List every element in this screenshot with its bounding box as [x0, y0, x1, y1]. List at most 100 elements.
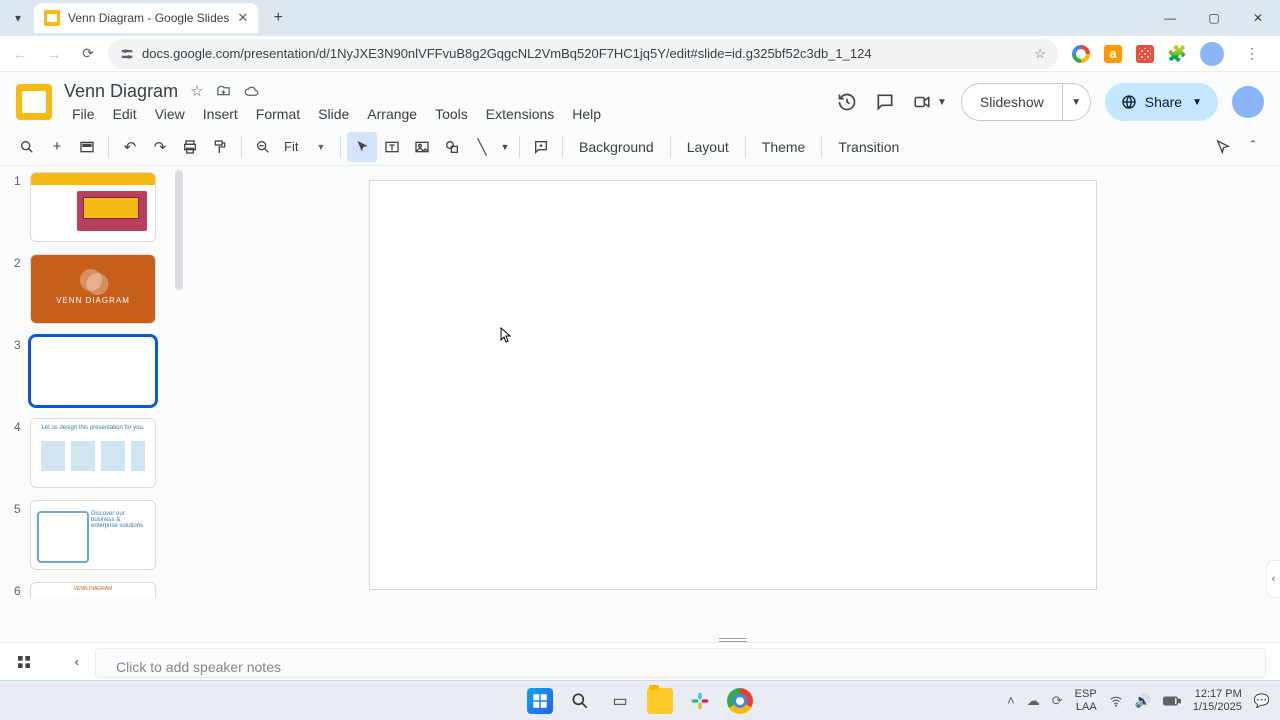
- slide-thumbnail-3[interactable]: [30, 336, 156, 406]
- chrome-profile-avatar[interactable]: [1200, 42, 1224, 66]
- tab-search-dropdown[interactable]: ▾: [6, 6, 30, 30]
- account-avatar[interactable]: [1232, 86, 1264, 118]
- paint-format-button[interactable]: [205, 132, 235, 162]
- nav-reload-button[interactable]: ⟳: [74, 40, 102, 68]
- menu-tools[interactable]: Tools: [427, 104, 476, 124]
- window-maximize-button[interactable]: ▢: [1192, 0, 1236, 36]
- hide-menus-button[interactable]: ˆ: [1238, 132, 1268, 162]
- tray-notifications-icon[interactable]: 💬: [1254, 693, 1270, 709]
- tray-volume-icon[interactable]: 🔊: [1135, 693, 1151, 709]
- url-text: docs.google.com/presentation/d/1NyJXE3N9…: [142, 46, 872, 61]
- extensions-menu-icon[interactable]: 🧩: [1168, 45, 1186, 63]
- grid-view-button[interactable]: [16, 654, 32, 670]
- cloud-status-icon[interactable]: [243, 84, 260, 99]
- extension-amazon-icon[interactable]: a: [1104, 45, 1122, 63]
- menu-view[interactable]: View: [147, 104, 193, 124]
- slide-thumbnail-4[interactable]: Let us design this presentation for you.: [30, 418, 156, 488]
- file-explorer-button[interactable]: [647, 688, 673, 714]
- slide-thumbnail-2[interactable]: VENN DIAGRAM: [30, 254, 156, 324]
- menu-bar: File Edit View Insert Format Slide Arran…: [64, 104, 609, 124]
- taskbar-search-button[interactable]: [567, 688, 593, 714]
- undo-button[interactable]: ↶: [115, 132, 145, 162]
- document-title[interactable]: Venn Diagram: [64, 81, 178, 102]
- move-document-icon[interactable]: [216, 84, 231, 99]
- collapse-filmstrip-button[interactable]: ‹: [75, 654, 79, 669]
- line-tool-dropdown[interactable]: ▼: [497, 132, 513, 162]
- extension-red-icon[interactable]: [1136, 45, 1154, 63]
- site-settings-icon[interactable]: [120, 47, 134, 61]
- star-document-icon[interactable]: ☆: [190, 82, 203, 100]
- slide-thumbnail-1[interactable]: [30, 172, 156, 242]
- slide-canvas-area[interactable]: ‹: [185, 166, 1280, 642]
- theme-button[interactable]: Theme: [752, 132, 816, 162]
- nav-back-button[interactable]: ←: [6, 40, 34, 68]
- menu-edit[interactable]: Edit: [105, 104, 145, 124]
- chrome-app-button[interactable]: [727, 688, 753, 714]
- tray-clock[interactable]: 12:17 PM1/15/2025: [1193, 688, 1242, 713]
- menu-extensions[interactable]: Extensions: [478, 104, 562, 124]
- slide-number: 2: [14, 254, 24, 270]
- search-menus-button[interactable]: [12, 132, 42, 162]
- line-tool-button[interactable]: ╲: [467, 132, 497, 162]
- image-tool-button[interactable]: [407, 132, 437, 162]
- shape-tool-button[interactable]: [437, 132, 467, 162]
- windows-taskbar: ▭ ˄ ☁ ⟳ ESPLAA 🔊 12:17 PM1/15/2025 💬: [0, 680, 1280, 720]
- background-button[interactable]: Background: [569, 132, 664, 162]
- tray-sync-icon[interactable]: ⟳: [1052, 693, 1063, 709]
- menu-file[interactable]: File: [64, 104, 103, 124]
- slide-thumbnail-5[interactable]: Discover our business & enterprise solut…: [30, 500, 156, 570]
- menu-slide[interactable]: Slide: [310, 104, 357, 124]
- slide-thumbnail-6[interactable]: VENN DIAGRAM: [30, 582, 156, 598]
- textbox-tool-button[interactable]: [377, 132, 407, 162]
- slide-canvas[interactable]: [369, 180, 1097, 590]
- slides-logo-icon[interactable]: [16, 84, 52, 120]
- comments-icon[interactable]: [873, 90, 897, 114]
- bookmark-star-icon[interactable]: ☆: [1034, 46, 1046, 62]
- zoom-out-button[interactable]: [248, 132, 278, 162]
- pointer-mode-button[interactable]: [1208, 132, 1238, 162]
- notes-resize-handle[interactable]: [719, 638, 747, 642]
- share-dropdown-icon[interactable]: ▼: [1192, 97, 1202, 108]
- zoom-select[interactable]: Fit▼: [278, 134, 334, 160]
- slide-filmstrip[interactable]: 1 2 VENN DIAGRAM 3 4 Let us design this …: [0, 166, 185, 642]
- window-close-button[interactable]: ✕: [1236, 0, 1280, 36]
- slideshow-button[interactable]: Slideshow: [961, 83, 1063, 121]
- tray-chevron-icon[interactable]: ˄: [1007, 693, 1015, 708]
- new-slide-button[interactable]: +: [42, 132, 72, 162]
- version-history-icon[interactable]: [835, 90, 859, 114]
- tab-close-icon[interactable]: ✕: [237, 10, 248, 26]
- menu-arrange[interactable]: Arrange: [359, 104, 425, 124]
- address-bar[interactable]: docs.google.com/presentation/d/1NyJXE3N9…: [108, 39, 1058, 69]
- redo-button[interactable]: ↷: [145, 132, 175, 162]
- share-button[interactable]: Share ▼: [1105, 83, 1218, 121]
- meet-button[interactable]: ▼: [911, 93, 947, 111]
- start-button[interactable]: [527, 688, 553, 714]
- chrome-menu-button[interactable]: ⋮: [1238, 40, 1266, 68]
- slide-number: 4: [14, 418, 24, 434]
- nav-forward-button[interactable]: →: [40, 40, 68, 68]
- transition-button[interactable]: Transition: [828, 132, 909, 162]
- slack-app-button[interactable]: [687, 688, 713, 714]
- slideshow-dropdown[interactable]: ▼: [1063, 83, 1091, 121]
- comment-add-button[interactable]: [526, 132, 556, 162]
- new-tab-button[interactable]: +: [264, 4, 292, 32]
- filmstrip-scrollbar[interactable]: [175, 170, 183, 290]
- tray-onedrive-icon[interactable]: ☁: [1027, 693, 1040, 709]
- menu-format[interactable]: Format: [248, 104, 308, 124]
- explore-tab-button[interactable]: ‹: [1266, 560, 1280, 598]
- speaker-notes-field[interactable]: Click to add speaker notes: [95, 648, 1266, 678]
- task-view-button[interactable]: ▭: [607, 688, 633, 714]
- tray-battery-icon[interactable]: [1163, 695, 1181, 707]
- select-tool-button[interactable]: [347, 132, 377, 162]
- menu-help[interactable]: Help: [564, 104, 609, 124]
- window-minimize-button[interactable]: —: [1148, 0, 1192, 36]
- menu-insert[interactable]: Insert: [195, 104, 246, 124]
- browser-tab[interactable]: Venn Diagram - Google Slides ✕: [34, 3, 258, 33]
- tray-wifi-icon[interactable]: [1109, 694, 1123, 708]
- layout-button[interactable]: Layout: [677, 132, 739, 162]
- new-slide-layout-dropdown[interactable]: [72, 132, 102, 162]
- extension-google-icon[interactable]: [1072, 45, 1090, 63]
- slide-number: 1: [14, 172, 24, 188]
- print-button[interactable]: [175, 132, 205, 162]
- tray-language[interactable]: ESPLAA: [1075, 688, 1097, 713]
